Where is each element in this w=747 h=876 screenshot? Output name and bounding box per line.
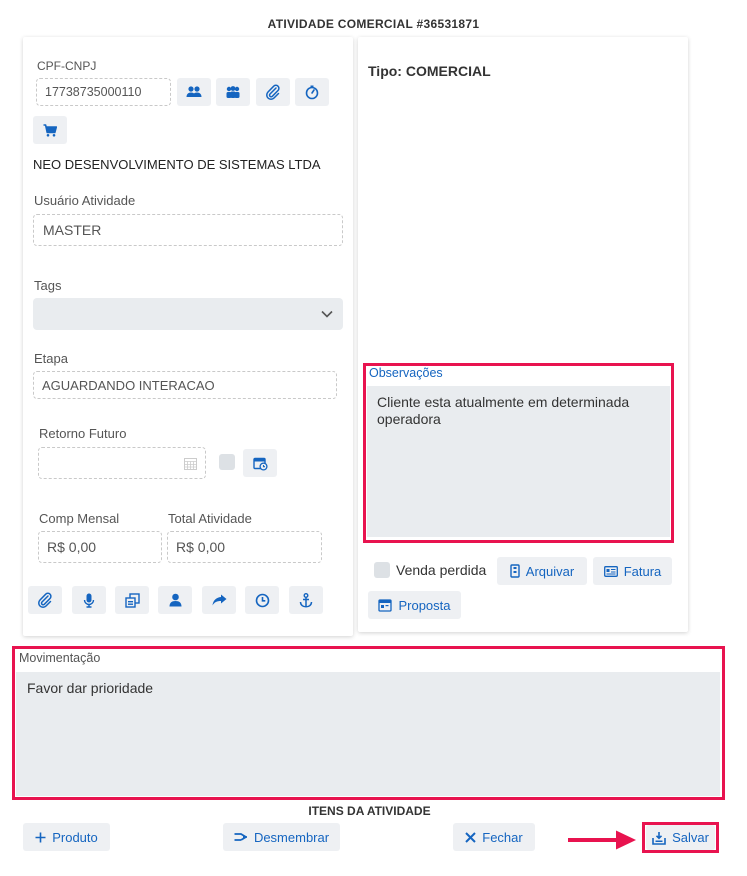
movimentacao-label: Movimentação	[19, 651, 101, 665]
salvar-button[interactable]: Salvar	[646, 825, 715, 850]
record-audio-button[interactable]	[72, 586, 106, 614]
paperclip-icon	[38, 592, 52, 608]
total-input[interactable]: R$ 0,00	[167, 531, 322, 563]
itens-title: ITENS DA ATIVIDADE	[308, 804, 431, 818]
group-icon	[226, 86, 240, 98]
etapa-label: Etapa	[34, 351, 68, 366]
paperclip-icon	[266, 84, 280, 100]
cart-button[interactable]	[33, 116, 67, 144]
invoice-icon	[603, 565, 618, 577]
proposta-button[interactable]: Proposta	[368, 591, 461, 619]
fechar-button[interactable]: Fechar	[453, 823, 535, 851]
fatura-label: Fatura	[623, 563, 662, 579]
stopwatch-icon	[305, 85, 319, 100]
cart-icon	[43, 123, 57, 137]
share-arrow-icon	[212, 594, 226, 606]
users-icon	[186, 86, 202, 97]
comp-label: Comp Mensal	[39, 511, 120, 526]
proposta-label: Proposta	[398, 597, 451, 613]
red-arrow-icon	[568, 830, 636, 850]
split-arrow-icon	[234, 833, 247, 841]
retorno-date-input[interactable]	[38, 447, 206, 479]
produto-label: Produto	[52, 829, 98, 845]
microphone-icon	[83, 593, 95, 608]
usuario-label: Usuário Atividade	[34, 193, 136, 208]
salvar-label: Salvar	[672, 830, 709, 845]
schedule-button[interactable]	[243, 449, 277, 477]
observacoes-textarea[interactable]: Cliente esta atualmente em determinada o…	[367, 386, 670, 537]
history-button[interactable]	[245, 586, 279, 614]
timer-button[interactable]	[295, 78, 329, 106]
movimentacao-textarea[interactable]: Favor dar prioridade	[16, 672, 720, 796]
copy-icon	[124, 592, 140, 608]
usuario-input[interactable]: MASTER	[33, 214, 343, 246]
contacts-button[interactable]	[177, 78, 211, 106]
calendar-clock-icon	[252, 457, 268, 471]
retorno-label: Retorno Futuro	[39, 426, 127, 441]
close-icon	[465, 831, 476, 843]
user-button[interactable]	[158, 586, 192, 614]
tipo-label: Tipo: COMERCIAL	[368, 63, 491, 79]
calendar-icon	[184, 458, 197, 470]
attach-file-button[interactable]	[28, 586, 62, 614]
venda-perdida-checkbox[interactable]	[374, 562, 390, 578]
arquivar-button[interactable]: Arquivar	[497, 557, 587, 585]
calendar-document-icon	[378, 599, 393, 612]
total-label: Total Atividade	[168, 511, 252, 526]
save-tray-icon	[652, 831, 666, 845]
fatura-button[interactable]: Fatura	[593, 557, 672, 585]
cpf-label: CPF-CNPJ	[37, 59, 97, 73]
page-title: ATIVIDADE COMERCIAL #36531871	[267, 17, 480, 31]
observacoes-text: Cliente esta atualmente em determinada o…	[377, 394, 630, 427]
observacoes-label: Observações	[369, 366, 443, 380]
clock-icon	[255, 593, 269, 607]
company-name: NEO DESENVOLVIMENTO DE SISTEMAS LTDA	[33, 157, 321, 172]
fechar-label: Fechar	[482, 829, 523, 845]
user-icon	[169, 593, 181, 607]
comp-input[interactable]: R$ 0,00	[38, 531, 162, 563]
plus-icon	[35, 832, 46, 842]
retorno-checkbox[interactable]	[219, 454, 235, 470]
archive-icon	[510, 564, 520, 578]
anchor-icon	[299, 592, 313, 608]
desmembrar-button[interactable]: Desmembrar	[223, 823, 340, 851]
etapa-input[interactable]: AGUARDANDO INTERACAO	[33, 371, 337, 399]
tags-select[interactable]	[33, 298, 343, 330]
chevron-down-icon	[321, 310, 333, 318]
forward-button[interactable]	[202, 586, 236, 614]
desmembrar-label: Desmembrar	[253, 829, 330, 845]
tags-label: Tags	[34, 278, 62, 293]
venda-perdida-label: Venda perdida	[396, 562, 487, 578]
cpf-input[interactable]: 17738735000110	[36, 78, 171, 106]
movimentacao-text: Favor dar prioridade	[27, 680, 154, 696]
produto-button[interactable]: Produto	[23, 823, 110, 851]
group-button[interactable]	[216, 78, 250, 106]
copy-button[interactable]	[115, 586, 149, 614]
arquivar-label: Arquivar	[525, 563, 575, 579]
anchor-button[interactable]	[289, 586, 323, 614]
attach-button[interactable]	[256, 78, 290, 106]
